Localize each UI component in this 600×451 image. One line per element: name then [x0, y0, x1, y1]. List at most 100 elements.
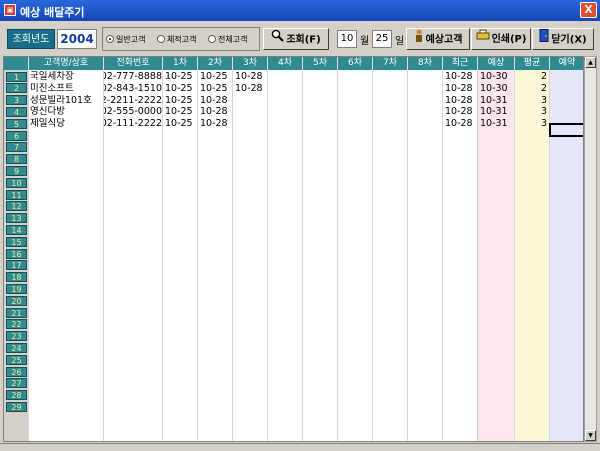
row-number[interactable]: 3 [6, 95, 27, 106]
row-number[interactable]: 6 [6, 130, 27, 141]
grid-cell[interactable] [410, 106, 442, 117]
grid-cell[interactable]: 10-28 [235, 83, 267, 94]
grid-cell[interactable] [305, 106, 337, 117]
grid-cell[interactable]: 02-2211-2222 [104, 95, 162, 106]
grid-cell[interactable]: 10-28 [445, 83, 477, 94]
grid-cell[interactable]: 2 [515, 83, 547, 94]
year-input[interactable]: 2004 [57, 29, 97, 49]
row-number[interactable]: 4 [6, 106, 27, 117]
grid-cell[interactable]: 10-25 [165, 118, 197, 129]
grid-cell[interactable] [270, 118, 302, 129]
grid-cell[interactable] [270, 95, 302, 106]
row-number[interactable]: 23 [6, 331, 27, 342]
header-8th[interactable]: 8차 [408, 57, 443, 70]
header-reservation[interactable]: 예약 [550, 57, 583, 70]
row-number[interactable]: 27 [6, 378, 27, 389]
row-number[interactable]: 25 [6, 354, 27, 365]
print-button[interactable]: 인쇄(P) [471, 28, 531, 50]
grid-cell[interactable]: 10-30 [480, 71, 514, 82]
scroll-up-icon[interactable]: ▲ [585, 57, 596, 68]
grid-cell[interactable] [410, 83, 442, 94]
vertical-scrollbar[interactable]: ▲ ▼ [584, 56, 597, 442]
header-3rd[interactable]: 3차 [233, 57, 268, 70]
grid-cell[interactable]: 10-25 [165, 106, 197, 117]
row-number[interactable]: 26 [6, 366, 27, 377]
expected-customer-button[interactable]: 예상고객 [406, 28, 470, 50]
row-number[interactable]: 5 [6, 118, 27, 129]
grid-cell[interactable] [375, 106, 407, 117]
radio-all-customer[interactable]: 전체고객 [208, 34, 247, 46]
grid-cell[interactable] [270, 83, 302, 94]
grid-cell[interactable]: 10-25 [200, 83, 232, 94]
grid-cell[interactable] [552, 83, 583, 94]
grid-cell[interactable] [305, 83, 337, 94]
row-number[interactable]: 22 [6, 319, 27, 330]
row-number[interactable]: 9 [6, 165, 27, 176]
row-number[interactable]: 14 [6, 224, 27, 235]
row-number[interactable]: 17 [6, 260, 27, 271]
row-number[interactable]: 11 [6, 189, 27, 200]
grid-cell[interactable]: 영신다방 [30, 106, 103, 117]
grid-cell[interactable]: 10-28 [235, 71, 267, 82]
header-expected[interactable]: 예상 [478, 57, 515, 70]
grid-cell[interactable] [340, 118, 372, 129]
grid-cell[interactable] [375, 118, 407, 129]
grid-cell[interactable]: 3 [515, 95, 547, 106]
grid-cell[interactable] [305, 118, 337, 129]
window-close-button[interactable]: X [580, 2, 597, 18]
grid-cell[interactable]: 10-28 [200, 95, 232, 106]
grid-cell[interactable] [552, 106, 583, 117]
grid-cell[interactable] [340, 95, 372, 106]
row-number[interactable]: 1 [6, 71, 27, 82]
scroll-down-icon[interactable]: ▼ [585, 430, 596, 441]
row-number[interactable]: 10 [6, 177, 27, 188]
header-7th[interactable]: 7차 [373, 57, 408, 70]
month-input[interactable]: 10 [337, 30, 357, 48]
grid-cell[interactable] [305, 71, 337, 82]
grid-cell[interactable] [375, 71, 407, 82]
grid-cell[interactable]: 10-31 [480, 106, 514, 117]
grid-cell[interactable]: 성문빌라101호 [30, 95, 103, 106]
grid-cell[interactable]: 02-111-2222 [104, 118, 162, 129]
header-recent[interactable]: 최근 [443, 57, 478, 70]
grid-cell[interactable]: 10-28 [200, 106, 232, 117]
grid-cell[interactable] [235, 118, 267, 129]
grid-cell[interactable] [375, 95, 407, 106]
grid-cell[interactable] [270, 106, 302, 117]
row-number[interactable]: 15 [6, 236, 27, 247]
grid-cell[interactable] [552, 71, 583, 82]
grid-cell[interactable] [235, 106, 267, 117]
row-number[interactable]: 13 [6, 213, 27, 224]
row-number[interactable]: 19 [6, 283, 27, 294]
row-number[interactable]: 7 [6, 142, 27, 153]
header-4th[interactable]: 4차 [268, 57, 303, 70]
grid-cell[interactable] [552, 95, 583, 106]
day-input[interactable]: 25 [372, 30, 392, 48]
grid-cell[interactable] [340, 83, 372, 94]
row-number[interactable]: 21 [6, 307, 27, 318]
header-average[interactable]: 평균 [515, 57, 550, 70]
grid-cell[interactable]: 10-28 [445, 106, 477, 117]
grid-cell[interactable]: 10-28 [445, 95, 477, 106]
grid-cell[interactable] [410, 118, 442, 129]
header-6th[interactable]: 6차 [338, 57, 373, 70]
grid-cell[interactable]: 10-25 [165, 71, 197, 82]
grid-cell[interactable] [305, 95, 337, 106]
radio-general-customer[interactable]: 일반고객 [106, 34, 145, 46]
row-number[interactable]: 18 [6, 272, 27, 283]
row-number[interactable]: 12 [6, 201, 27, 212]
radio-volume-customer[interactable]: 체적고객 [157, 34, 196, 46]
header-1st[interactable]: 1차 [163, 57, 198, 70]
grid-cell[interactable] [410, 95, 442, 106]
grid-cell[interactable] [375, 83, 407, 94]
header-customer[interactable]: 고객명/상호 [29, 57, 104, 70]
grid-cell[interactable]: 10-25 [200, 71, 232, 82]
grid-cell[interactable]: 국일세차장 [30, 71, 103, 82]
row-number[interactable]: 28 [6, 390, 27, 401]
search-button[interactable]: 조회(F) [263, 28, 329, 50]
row-number[interactable]: 29 [6, 401, 27, 412]
grid-cell[interactable]: 미진소프트 [30, 83, 103, 94]
grid-cell[interactable]: 10-28 [445, 118, 477, 129]
grid-cell[interactable] [410, 71, 442, 82]
row-number[interactable]: 2 [6, 83, 27, 94]
